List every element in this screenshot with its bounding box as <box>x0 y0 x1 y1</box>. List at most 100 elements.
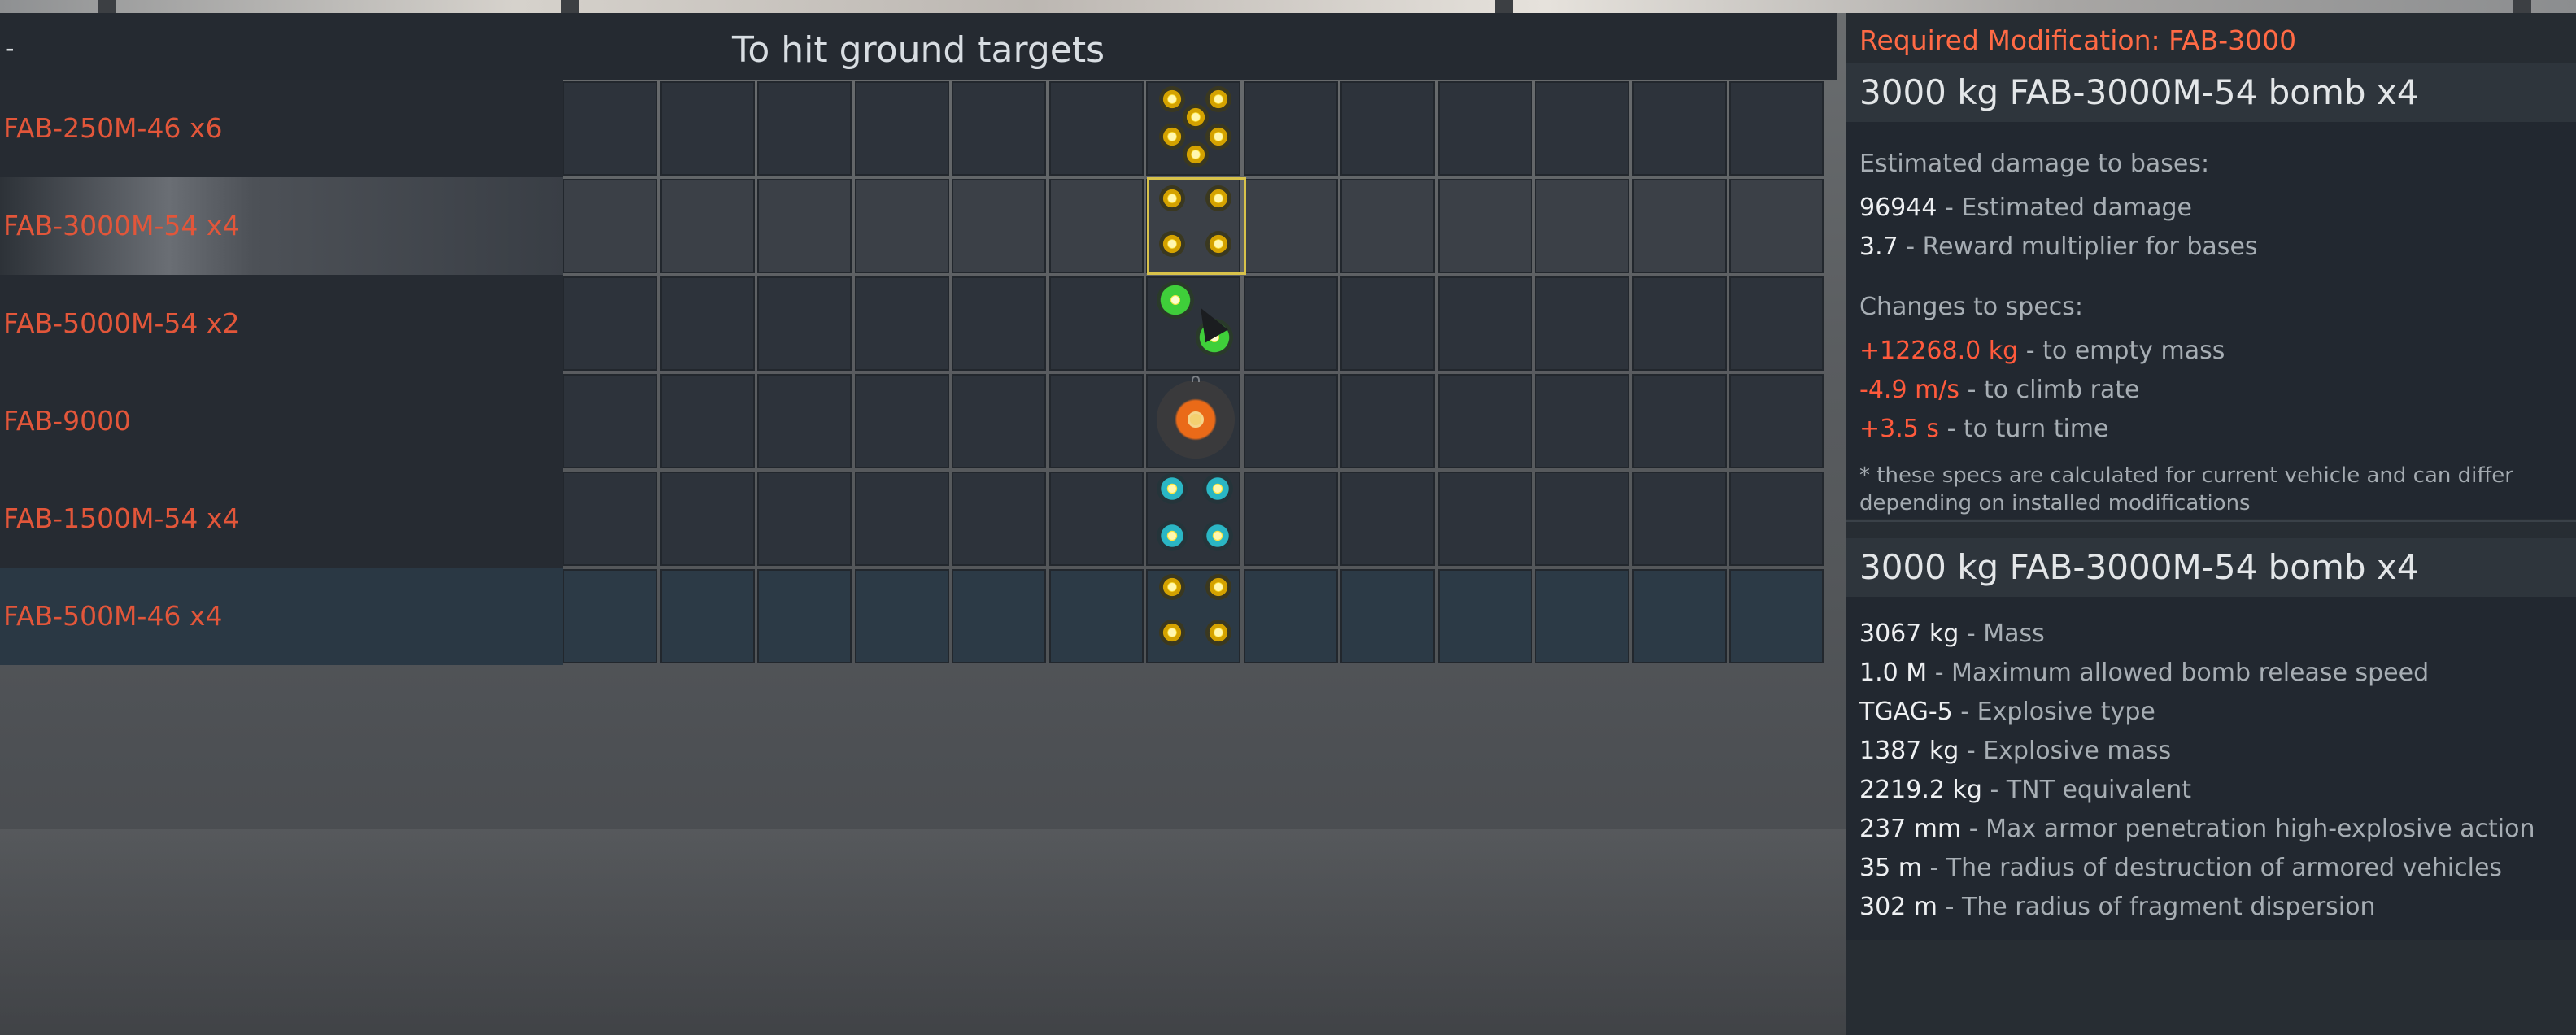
pylon-slot[interactable] <box>1632 472 1727 566</box>
pylon-slot[interactable] <box>1729 472 1824 566</box>
pylon-slot[interactable] <box>855 179 949 273</box>
damage-panel: 3000 kg FAB-3000M-54 bomb x4 Estimated d… <box>1846 63 2576 519</box>
pylon-slot[interactable] <box>1049 81 1144 176</box>
pylon-slot[interactable] <box>1244 569 1338 663</box>
pylon-slot[interactable] <box>757 472 852 566</box>
pylon-slot[interactable] <box>1244 179 1338 273</box>
hangar-post <box>2513 0 2531 13</box>
pylon-slot[interactable] <box>1049 179 1144 273</box>
preset-row-fab-500m-46[interactable]: FAB-500M-46 x4 <box>0 568 1828 665</box>
pylon-slot[interactable] <box>757 569 852 663</box>
pylon-slot[interactable] <box>1632 276 1727 371</box>
pylon-slot[interactable] <box>563 569 657 663</box>
pylon-slot[interactable] <box>1729 81 1824 176</box>
pylon-slot[interactable] <box>855 374 949 468</box>
spec-destruction-radius: 35 m - The radius of destruction of armo… <box>1859 854 2503 882</box>
pylon-slot[interactable] <box>1438 276 1532 371</box>
pylon-slot[interactable] <box>757 374 852 468</box>
preset-label: FAB-5000M-54 x2 <box>0 275 563 372</box>
pylon-slot[interactable] <box>1729 179 1824 273</box>
pylon-slot[interactable] <box>1340 81 1435 176</box>
hangar-post <box>1495 0 1513 13</box>
pylon-slot[interactable] <box>1049 472 1144 566</box>
preset-label: FAB-9000 <box>0 372 563 470</box>
pylon-slot[interactable] <box>1244 81 1338 176</box>
pylon-slot[interactable] <box>952 374 1046 468</box>
page-title: To hit ground targets <box>731 29 1105 71</box>
specs-note: * these specs are calculated for current… <box>1859 463 2513 515</box>
pylon-slot[interactable] <box>1438 569 1532 663</box>
pylon-slot[interactable] <box>1535 179 1629 273</box>
pylon-slot[interactable] <box>1340 472 1435 566</box>
pylon-slot[interactable] <box>1049 276 1144 371</box>
specs-heading: Changes to specs: <box>1859 293 2084 321</box>
pylon-slot[interactable] <box>563 374 657 468</box>
pylon-slot[interactable] <box>1535 81 1629 176</box>
required-modification-header: Required Modification: FAB-3000 <box>1846 13 2576 63</box>
pylon-slot[interactable] <box>1729 276 1824 371</box>
pylon-slot[interactable] <box>1535 374 1629 468</box>
pylon-slot[interactable] <box>563 472 657 566</box>
pylon-slot[interactable] <box>1438 179 1532 273</box>
pylon-slot[interactable] <box>1535 276 1629 371</box>
pylon-slot[interactable] <box>1632 179 1727 273</box>
pylon-slot[interactable] <box>563 276 657 371</box>
pylon-slot[interactable] <box>660 81 755 176</box>
spec-tnt-equivalent: 2219.2 kg - TNT equivalent <box>1859 776 2192 804</box>
spec-armor-penetration: 237 mm - Max armor penetration high-expl… <box>1859 815 2535 843</box>
preset-row-fab-5000m-54[interactable]: FAB-5000M-54 x2 <box>0 275 1828 372</box>
pylon-slot[interactable] <box>1438 374 1532 468</box>
required-modification: Required Modification: FAB-3000 <box>1859 24 2297 56</box>
preset-row-fab-1500m-54[interactable]: FAB-1500M-54 x4 <box>0 470 1828 568</box>
pylon-slot[interactable] <box>757 179 852 273</box>
preset-label: FAB-3000M-54 x4 <box>0 177 563 275</box>
pylon-slot[interactable] <box>660 374 755 468</box>
pylon-slot[interactable] <box>1632 81 1727 176</box>
pylon-slot[interactable] <box>952 276 1046 371</box>
pylon-slot[interactable] <box>1632 374 1727 468</box>
pylon-slot[interactable] <box>952 472 1046 566</box>
pylon-slot[interactable] <box>1535 472 1629 566</box>
estimated-damage: 96944 - Estimated damage <box>1859 194 2192 222</box>
pylon-slot[interactable] <box>660 569 755 663</box>
pylon-slot[interactable] <box>1438 472 1532 566</box>
pylon-slot[interactable] <box>1729 374 1824 468</box>
pylon-slot[interactable] <box>1535 569 1629 663</box>
pylon-slot[interactable] <box>952 81 1046 176</box>
pylon-slot[interactable] <box>952 569 1046 663</box>
pylon-slot[interactable] <box>660 179 755 273</box>
pylon-slot[interactable] <box>1340 569 1435 663</box>
hangar-background <box>0 0 2576 13</box>
pylon-slot[interactable] <box>563 81 657 176</box>
pylon-slot[interactable] <box>1049 569 1144 663</box>
preset-label: FAB-500M-46 x4 <box>0 568 563 665</box>
pylon-slot[interactable] <box>563 179 657 273</box>
airfield-background <box>0 829 1846 1035</box>
pylon-slot[interactable] <box>660 472 755 566</box>
pylon-slot[interactable] <box>855 276 949 371</box>
pylon-slot[interactable] <box>952 179 1046 273</box>
pylon-slot[interactable] <box>1340 276 1435 371</box>
pylon-slot[interactable] <box>855 81 949 176</box>
pylon-slot[interactable] <box>1438 81 1532 176</box>
bomb-specs-panel: 3000 kg FAB-3000M-54 bomb x4 3067 kg - M… <box>1846 538 2576 940</box>
reward-multiplier: 3.7 - Reward multiplier for bases <box>1859 233 2258 261</box>
spec-explosive-type: TGAG-5 - Explosive type <box>1859 698 2155 726</box>
preset-row-fab-3000m-54[interactable]: FAB-3000M-54 x4 <box>0 177 1828 275</box>
pylon-slot[interactable] <box>1244 374 1338 468</box>
pylon-slot[interactable] <box>1729 569 1824 663</box>
pylon-slot[interactable] <box>757 81 852 176</box>
pylon-slot[interactable] <box>855 569 949 663</box>
preset-row-fab-250m-46[interactable]: FAB-250M-46 x6 <box>0 80 1828 177</box>
preset-row-fab-9000[interactable]: FAB-9000 <box>0 372 1828 470</box>
pylon-slot[interactable] <box>1049 374 1144 468</box>
pylon-slot[interactable] <box>660 276 755 371</box>
pylon-slot[interactable] <box>1632 569 1727 663</box>
pylon-slot[interactable] <box>1340 374 1435 468</box>
pylon-slot[interactable] <box>757 276 852 371</box>
pylon-slot[interactable] <box>1244 276 1338 371</box>
pylon-slot[interactable] <box>855 472 949 566</box>
pylon-slot[interactable] <box>1340 179 1435 273</box>
hangar-post <box>98 0 116 13</box>
pylon-slot[interactable] <box>1244 472 1338 566</box>
